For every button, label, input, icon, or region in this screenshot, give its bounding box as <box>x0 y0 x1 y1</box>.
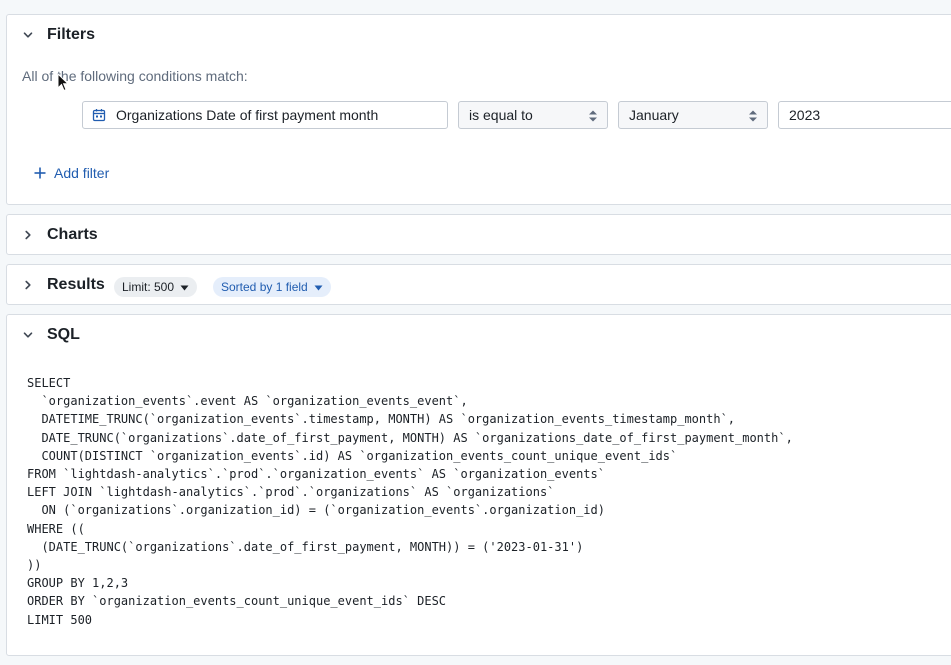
filter-dimension-label: Organizations Date of first payment mont… <box>116 107 379 123</box>
double-caret-icon <box>748 109 758 123</box>
filter-month-select[interactable]: January <box>618 101 768 129</box>
sql-header[interactable]: SQL <box>7 315 951 355</box>
chevron-down-icon[interactable] <box>21 328 35 342</box>
filters-header[interactable]: Filters <box>7 15 951 55</box>
limit-tag-label: Limit: 500 <box>122 280 175 294</box>
double-caret-icon <box>588 109 598 123</box>
sort-tag-label: Sorted by 1 field <box>221 280 308 294</box>
caret-down-icon <box>314 280 323 294</box>
results-card: Results Limit: 500 Sorted by 1 field <box>6 264 951 305</box>
limit-tag[interactable]: Limit: 500 <box>114 277 198 297</box>
chevron-right-icon[interactable] <box>21 278 35 292</box>
filter-operator-select[interactable]: is equal to <box>458 101 608 129</box>
filters-card: Filters All of the following conditions … <box>6 14 951 205</box>
charts-card: Charts <box>6 214 951 255</box>
caret-down-icon <box>180 280 189 294</box>
filter-year-input[interactable]: 2023 <box>778 101 951 129</box>
filter-dimension-field[interactable]: Organizations Date of first payment mont… <box>82 101 448 129</box>
filters-title: Filters <box>47 26 96 43</box>
sql-code-block: SELECT `organization_events`.event AS `o… <box>27 376 793 627</box>
mouse-pointer-icon <box>57 72 70 93</box>
filter-year-value: 2023 <box>789 107 821 123</box>
sql-card: SQL SELECT `organization_events`.event A… <box>6 314 951 656</box>
conditions-label: All of the following conditions match: <box>22 68 248 84</box>
charts-title: Charts <box>47 226 98 243</box>
add-filter-label: Add filter <box>54 165 110 181</box>
charts-header[interactable]: Charts <box>7 215 951 255</box>
sort-tag[interactable]: Sorted by 1 field <box>213 277 331 297</box>
sql-title: SQL <box>47 326 80 343</box>
filter-month-value: January <box>629 107 679 123</box>
plus-icon <box>33 166 47 180</box>
calendar-icon <box>92 108 106 122</box>
filter-operator-value: is equal to <box>469 107 533 123</box>
chevron-right-icon[interactable] <box>21 228 35 242</box>
chevron-down-icon[interactable] <box>21 28 35 42</box>
results-title: Results <box>47 276 105 293</box>
add-filter-button[interactable]: Add filter <box>33 165 109 181</box>
